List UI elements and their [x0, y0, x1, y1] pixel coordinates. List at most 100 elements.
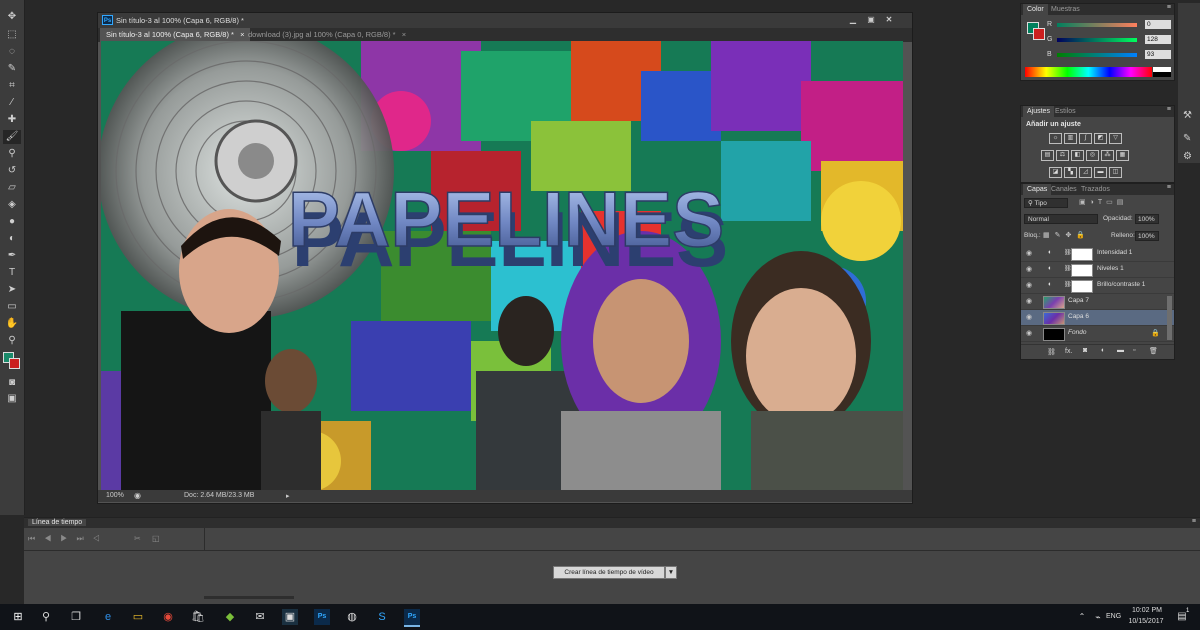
fill-input[interactable]: 100% — [1135, 231, 1159, 241]
tab-canales[interactable]: Canales — [1047, 184, 1081, 195]
image-canvas[interactable]: PAPELINES PAPELINES — [101, 41, 903, 491]
layer-row[interactable]: ◉ Fondo 🔒 — [1021, 326, 1174, 342]
tab-sin-titulo-3[interactable]: Sin título-3 al 100% (Capa 6, RGB/8) * × — [100, 28, 251, 42]
tab-trazados[interactable]: Trazados — [1077, 184, 1114, 195]
channel-r-value[interactable]: 0 — [1145, 20, 1171, 29]
clock-time[interactable]: 10:02 PM — [1130, 607, 1164, 614]
delete-layer-icon[interactable]: 🗑 — [1149, 347, 1158, 355]
history-brush-tool-icon[interactable]: ↺ — [3, 164, 21, 178]
tab-ajustes[interactable]: Ajustes — [1023, 106, 1054, 117]
screen-mode-icon[interactable]: ▣ — [3, 392, 21, 406]
tab-estilos[interactable]: Estilos — [1051, 106, 1080, 117]
zoom-level[interactable]: 100% — [106, 492, 124, 499]
quick-mask-icon[interactable]: ◙ — [3, 376, 21, 390]
exposure-icon[interactable]: ◩ — [1094, 133, 1107, 144]
mail-icon[interactable]: ✉ — [252, 609, 268, 625]
visibility-eye-icon[interactable]: ◉ — [1026, 297, 1032, 305]
search-icon[interactable]: ⚲ — [38, 609, 54, 625]
tab-download-3[interactable]: download (3).jpg al 100% (Capa 0, RGB/8)… — [242, 28, 412, 42]
brightness-contrast-icon[interactable]: ☼ — [1049, 133, 1062, 144]
photo-filter-icon[interactable]: ◎ — [1086, 150, 1099, 161]
photoshop-taskbar-icon[interactable]: Ps — [314, 609, 330, 625]
channel-g-slider[interactable] — [1057, 38, 1137, 42]
levels-icon[interactable]: ▥ — [1064, 133, 1077, 144]
clone-stamp-tool-icon[interactable]: ⚲ — [3, 147, 21, 161]
transition-icon[interactable]: ◱ — [152, 534, 160, 543]
minimize-icon[interactable]: ▁ — [846, 15, 860, 25]
create-video-timeline-button[interactable]: Crear línea de tiempo de vídeo — [553, 566, 665, 579]
new-adjustment-icon[interactable]: ◐ — [1101, 347, 1105, 354]
channel-mixer-icon[interactable]: ⁂ — [1101, 150, 1114, 161]
layer-row[interactable]: ◉ ◐ ⛓ Intensidad 1 — [1021, 246, 1174, 262]
opacity-input[interactable]: 100% — [1135, 214, 1159, 224]
document-title-bar[interactable]: Ps Sin título-3 al 100% (Capa 6, RGB/8) … — [98, 13, 912, 28]
visibility-eye-icon[interactable]: ◉ — [1026, 249, 1032, 257]
brush-tool-icon[interactable]: 🖌 — [3, 130, 21, 144]
chrome-icon[interactable]: ◉ — [160, 609, 176, 625]
channel-b-slider[interactable] — [1057, 53, 1137, 57]
file-explorer-icon[interactable]: ▭ — [130, 609, 146, 625]
visibility-eye-icon[interactable]: ◉ — [1026, 281, 1032, 289]
shape-tool-icon[interactable]: ▭ — [3, 300, 21, 314]
store-icon[interactable]: 🛍 — [190, 609, 206, 625]
hue-saturation-icon[interactable]: ▤ — [1041, 150, 1054, 161]
split-icon[interactable]: ✂ — [134, 534, 141, 543]
photoshop-active-icon[interactable]: Ps — [404, 609, 420, 627]
color-spectrum-bar[interactable] — [1025, 67, 1152, 77]
properties-icon[interactable]: ⚙ — [1183, 151, 1192, 162]
black-white-icon[interactable]: ◧ — [1071, 150, 1084, 161]
dropdown-arrow-icon[interactable]: ▼ — [665, 566, 677, 579]
panel-menu-icon[interactable]: ≡ — [1192, 518, 1196, 525]
filter-icons[interactable]: ▣◑T▭▤ — [1079, 198, 1169, 208]
vibrance-icon[interactable]: ▽ — [1109, 133, 1122, 144]
add-mask-icon[interactable]: ◙ — [1083, 347, 1087, 354]
path-select-tool-icon[interactable]: ➤ — [3, 283, 21, 297]
type-tool-icon[interactable]: T — [3, 266, 21, 280]
tab-color[interactable]: Color — [1023, 4, 1048, 15]
channel-r-slider[interactable] — [1057, 23, 1137, 27]
fx-label[interactable]: fx. — [1065, 348, 1072, 355]
task-view-icon[interactable]: ❐ — [68, 609, 84, 625]
visibility-eye-icon[interactable]: ◉ — [1026, 265, 1032, 273]
media-player-icon[interactable]: ▣ — [282, 609, 298, 625]
visibility-eye-icon[interactable]: ◉ — [1026, 329, 1032, 337]
edge-icon[interactable]: e — [100, 609, 116, 625]
layer-row[interactable]: ◉ Capa 7 — [1021, 294, 1174, 310]
marquee-tool-icon[interactable]: ⬚ — [3, 28, 21, 42]
zoom-slider[interactable] — [204, 596, 294, 599]
threshold-icon[interactable]: ◿ — [1079, 167, 1092, 178]
crop-tool-icon[interactable]: ⌗ — [3, 79, 21, 93]
windows-start-icon[interactable]: ⊞ — [10, 609, 26, 625]
move-tool-icon[interactable]: ✥ — [3, 10, 21, 24]
tool-presets-icon[interactable]: ✎ — [1183, 133, 1191, 144]
network-icon[interactable]: ⌁ — [1090, 609, 1106, 625]
close-icon[interactable]: ✕ — [882, 15, 896, 25]
color-lookup-icon[interactable]: ▦ — [1116, 150, 1129, 161]
invert-icon[interactable]: ◪ — [1049, 167, 1062, 178]
channel-g-value[interactable]: 128 — [1145, 35, 1171, 44]
curves-icon[interactable]: ∫ — [1079, 133, 1092, 144]
black-swatch[interactable] — [1153, 72, 1171, 77]
healing-brush-tool-icon[interactable]: ✚ — [3, 113, 21, 127]
background-color-swatch[interactable] — [9, 358, 20, 369]
paint-bucket-tool-icon[interactable]: ◈ — [3, 198, 21, 212]
blend-mode-select[interactable]: Normal — [1024, 214, 1098, 224]
app-icon[interactable]: ◍ — [344, 609, 360, 625]
gradient-map-icon[interactable]: ▬ — [1094, 167, 1107, 178]
skype-icon[interactable]: S — [374, 609, 390, 625]
pen-tool-icon[interactable]: ✒ — [3, 249, 21, 263]
layer-row[interactable]: ◉ ◐ ⛓ Niveles 1 — [1021, 262, 1174, 278]
tab-close-icon[interactable]: × — [402, 30, 406, 39]
layer-row[interactable]: ◉ ◐ ⛓ Brillo/contraste 1 — [1021, 278, 1174, 294]
status-menu-arrow-icon[interactable]: ▸ — [286, 492, 290, 500]
zoom-icon[interactable]: ◉ — [134, 491, 141, 500]
layer-row-selected[interactable]: ◉ Capa 6 — [1021, 310, 1174, 326]
maximize-icon[interactable]: ▣ — [864, 15, 878, 25]
visibility-eye-icon[interactable]: ◉ — [1026, 313, 1032, 321]
tray-chevron-icon[interactable]: ⌃ — [1074, 609, 1090, 625]
clock-date[interactable]: 10/15/2017 — [1126, 618, 1166, 625]
panel-menu-icon[interactable]: ≡ — [1167, 106, 1171, 113]
eyedropper-tool-icon[interactable]: ⁄ — [3, 96, 21, 110]
minecraft-icon[interactable]: ◆ — [222, 609, 238, 625]
channel-b-value[interactable]: 93 — [1145, 50, 1171, 59]
